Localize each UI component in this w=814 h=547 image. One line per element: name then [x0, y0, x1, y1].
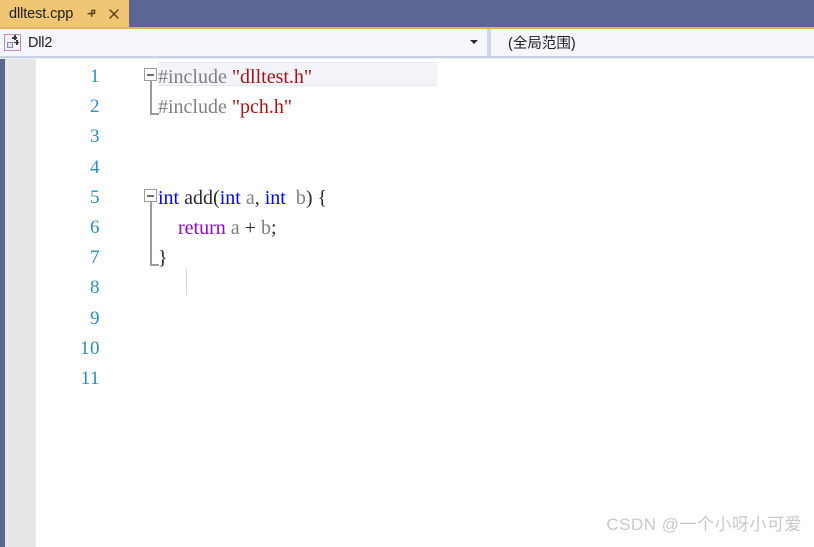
code-line[interactable]: #include "dlltest.h"	[158, 62, 798, 92]
code-token: }	[158, 247, 168, 270]
line-number: 7	[90, 247, 100, 269]
close-icon[interactable]	[107, 7, 121, 21]
line-number: 6	[90, 216, 100, 238]
code-token: b	[260, 216, 271, 239]
code-line[interactable]	[158, 364, 798, 394]
line-number: 2	[90, 96, 100, 118]
code-token: #include	[158, 66, 227, 88]
line-number: 11	[80, 367, 100, 389]
code-token: b	[295, 186, 306, 209]
pin-icon[interactable]	[84, 7, 98, 21]
fold-stem-region-2	[149, 202, 152, 266]
code-token: a	[245, 186, 255, 209]
code-token: "dlltest.h"	[231, 66, 313, 88]
navbar-project-dropdown[interactable]: Dll2	[0, 29, 487, 56]
editor-tab-strip: dlltest.cpp	[0, 0, 814, 29]
code-token: int	[158, 186, 180, 209]
navbar-scope-label: (全局范围)	[508, 36, 576, 52]
code-token: "pch.h"	[231, 96, 293, 119]
code-token: int	[264, 186, 286, 209]
line-number: 9	[90, 307, 100, 329]
fold-toggle-line-5[interactable]	[144, 189, 157, 202]
line-number: 1	[90, 66, 100, 87]
code-token: add	[184, 186, 214, 209]
cpp-file-icon	[4, 34, 21, 51]
visual-studio-editor-window: dlltest.cpp Dll2 (全局范围) 1 2 3 4 5 6 7 8 …	[0, 0, 814, 547]
editor-indicator-margin[interactable]	[5, 59, 36, 547]
code-line[interactable]: int add(int a, int b) {	[158, 183, 798, 213]
code-line[interactable]	[158, 334, 798, 364]
code-line[interactable]: }	[158, 243, 798, 273]
fold-stem-region-1	[149, 81, 152, 115]
code-line[interactable]	[158, 273, 798, 303]
line-number: 3	[90, 126, 100, 148]
code-editor-surface[interactable]: 1 2 3 4 5 6 7 8 9 10 11 #include "dlltest.h" #inclu…	[0, 59, 814, 547]
code-line[interactable]: return a + b;	[158, 213, 798, 243]
editor-tab-title: dlltest.cpp	[9, 5, 74, 22]
code-token: int	[219, 186, 241, 209]
chevron-down-icon[interactable]	[470, 40, 478, 44]
code-line[interactable]	[158, 153, 798, 183]
csdn-watermark: CSDN @一个小呀小可爱	[606, 515, 802, 534]
code-token: #include	[158, 96, 227, 119]
code-line[interactable]	[158, 122, 798, 152]
code-line[interactable]	[158, 304, 798, 334]
fold-toggle-line-1[interactable]	[144, 68, 157, 81]
code-line[interactable]: #include "pch.h"	[158, 92, 798, 122]
code-token: ) {	[305, 186, 328, 209]
editor-navigation-bar: Dll2 (全局范围)	[0, 29, 814, 56]
code-lines-container[interactable]: #include "dlltest.h" #include "pch.h" int…	[158, 62, 798, 394]
line-number: 10	[80, 337, 100, 359]
navbar-scope-dropdown[interactable]: (全局范围)	[491, 29, 814, 56]
code-token: return	[178, 216, 226, 239]
line-number: 5	[90, 186, 100, 208]
code-token: +	[244, 216, 256, 239]
navbar-project-label: Dll2	[28, 34, 53, 51]
code-token: ;	[270, 216, 277, 239]
editor-tab-dlltest-cpp[interactable]: dlltest.cpp	[0, 0, 130, 28]
line-number-gutter: 1 2 3 4 5 6 7 8 9 10 11	[36, 59, 102, 394]
line-number: 8	[90, 277, 100, 299]
code-text-area[interactable]: 1 2 3 4 5 6 7 8 9 10 11 #include "dlltest.h" #inclu…	[36, 59, 814, 547]
code-token: a	[230, 216, 240, 239]
line-number: 4	[90, 156, 100, 178]
code-token: ,	[254, 186, 265, 209]
code-token: (	[213, 186, 220, 209]
